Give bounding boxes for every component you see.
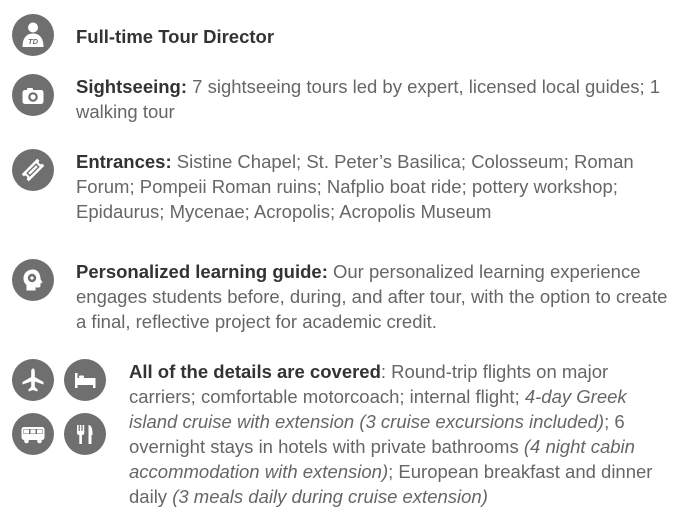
- sightseeing-heading: Sightseeing:: [76, 76, 188, 97]
- utensils-icon: [77, 425, 93, 444]
- tour-director-text: Full-time Tour Director: [76, 24, 676, 49]
- details-segment-italic: (3 meals daily during cruise extension): [172, 486, 488, 507]
- bus-icon: [21, 427, 45, 444]
- learning-heading: Personalized learning guide:: [76, 261, 328, 282]
- entrances-icon-circle: [12, 149, 54, 191]
- motorcoach-icon-circle: [12, 413, 54, 455]
- flights-icon-circle: [12, 359, 54, 401]
- learning-icon-circle: [12, 259, 54, 301]
- hotel-icon-circle: [64, 359, 106, 401]
- entrances-text: Entrances: Sistine Chapel; St. Peter’s B…: [76, 149, 676, 224]
- details-text: All of the details are covered: Round-tr…: [129, 359, 677, 509]
- sightseeing-text: Sightseeing: 7 sightseeing tours led by …: [76, 74, 676, 124]
- sightseeing-icon-circle: [12, 74, 54, 116]
- bed-icon: [75, 373, 96, 388]
- learning-text: Personalized learning guide: Our persona…: [76, 259, 676, 334]
- entrances-heading: Entrances:: [76, 151, 172, 172]
- person-td-icon: TD: [22, 22, 44, 47]
- tour-director-heading: Full-time Tour Director: [76, 26, 275, 47]
- airplane-icon: [22, 368, 44, 392]
- meals-icon-circle: [64, 413, 106, 455]
- svg-text:TD: TD: [28, 37, 39, 46]
- tour-director-icon: TD: [12, 14, 54, 56]
- brain-head-icon: [23, 269, 43, 291]
- camera-icon: [22, 88, 44, 104]
- ticket-icon: [21, 158, 45, 182]
- details-heading: All of the details are covered: [129, 361, 381, 382]
